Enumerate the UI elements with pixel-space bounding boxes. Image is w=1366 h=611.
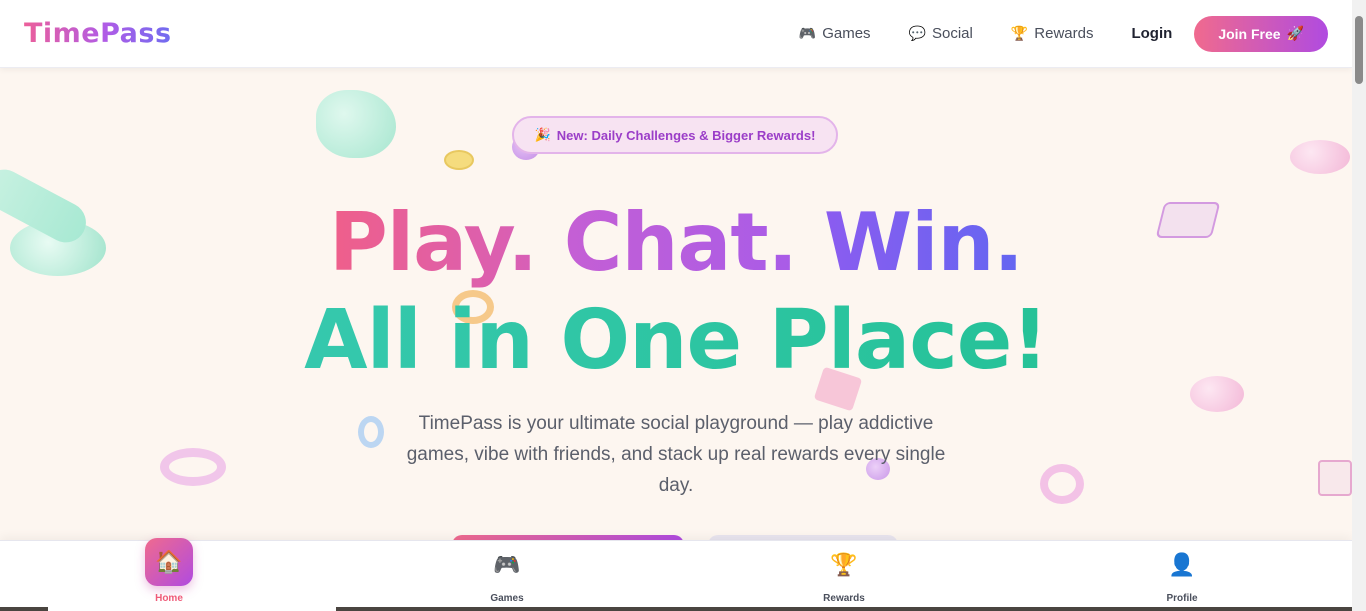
hero-section: 🎉 New: Daily Challenges & Bigger Rewards… [0, 68, 1352, 540]
decor-pebble-pink [1290, 140, 1350, 174]
tab-label: Games [490, 593, 524, 604]
page-scrollbar[interactable] [1352, 0, 1366, 611]
tab-label: Rewards [823, 593, 865, 604]
tab-label: Home [155, 593, 183, 604]
gamepad-icon: 🎮 [798, 25, 817, 41]
nav-link-social[interactable]: 💬 Social [909, 25, 973, 42]
tab-label: Profile [1166, 593, 1198, 604]
rocket-icon: 🚀 [1286, 25, 1304, 41]
headline-word-play: Play. [329, 196, 538, 289]
home-icon: 🏠 [155, 550, 183, 575]
announcement-text: New: Daily Challenges & Bigger Rewards! [556, 127, 816, 143]
party-popper-icon: 🎉 [534, 127, 551, 142]
login-link[interactable]: Login [1131, 25, 1172, 42]
chat-bubble-icon: 💬 [908, 25, 926, 41]
nav-link-games[interactable]: 🎮 Games [799, 25, 871, 42]
nav-link-label: Games [822, 25, 871, 42]
decor-ring-pink [160, 448, 226, 486]
headline-line-1: Play. Chat. Win. [0, 196, 1352, 289]
join-free-button[interactable]: Join Free 🚀 [1194, 15, 1328, 52]
join-free-label: Join Free [1218, 25, 1281, 42]
gamepad-icon: 🎮 [493, 553, 521, 578]
scrollbar-thumb[interactable] [1355, 16, 1363, 84]
top-navbar: TimePass 🎮 Games 💬 Social 🏆 Rewards Logi… [0, 0, 1352, 68]
bottom-tab-bar: 🏠 Home 🎮 Games 🏆 Rewards 👤 Profile [0, 538, 1352, 611]
user-icon: 👤 [1168, 553, 1196, 578]
headline-line-2: All in One Place! [0, 293, 1352, 388]
nav-link-rewards[interactable]: 🏆 Rewards [1011, 25, 1094, 42]
headline-word-chat: Chat. [563, 196, 798, 289]
tab-games[interactable]: 🎮 Games [447, 541, 567, 611]
decor-blob-mint [316, 90, 396, 158]
tab-profile[interactable]: 👤 Profile [1122, 541, 1242, 611]
decor-ring-blue [358, 416, 384, 448]
headline-word-win: Win. [823, 196, 1024, 289]
hero-subtitle: TimePass is your ultimate social playgro… [406, 413, 946, 496]
announcement-badge[interactable]: 🎉 New: Daily Challenges & Bigger Rewards… [512, 116, 838, 154]
decor-gem-pink [1318, 460, 1352, 496]
logo[interactable]: TimePass [24, 18, 172, 49]
tab-rewards[interactable]: 🏆 Rewards [784, 541, 904, 611]
main-nav: 🎮 Games 💬 Social 🏆 Rewards Login Join Fr… [761, 15, 1328, 52]
nav-link-label: Rewards [1034, 25, 1094, 42]
nav-link-label: Social [932, 25, 973, 42]
tab-home[interactable]: 🏠 Home [109, 538, 229, 611]
trophy-icon: 🏆 [1010, 25, 1029, 41]
decor-ring-pink [1040, 464, 1084, 504]
trophy-icon: 🏆 [830, 553, 858, 578]
taskbar-strip [0, 607, 1352, 611]
decor-coin-yellow [444, 150, 474, 170]
